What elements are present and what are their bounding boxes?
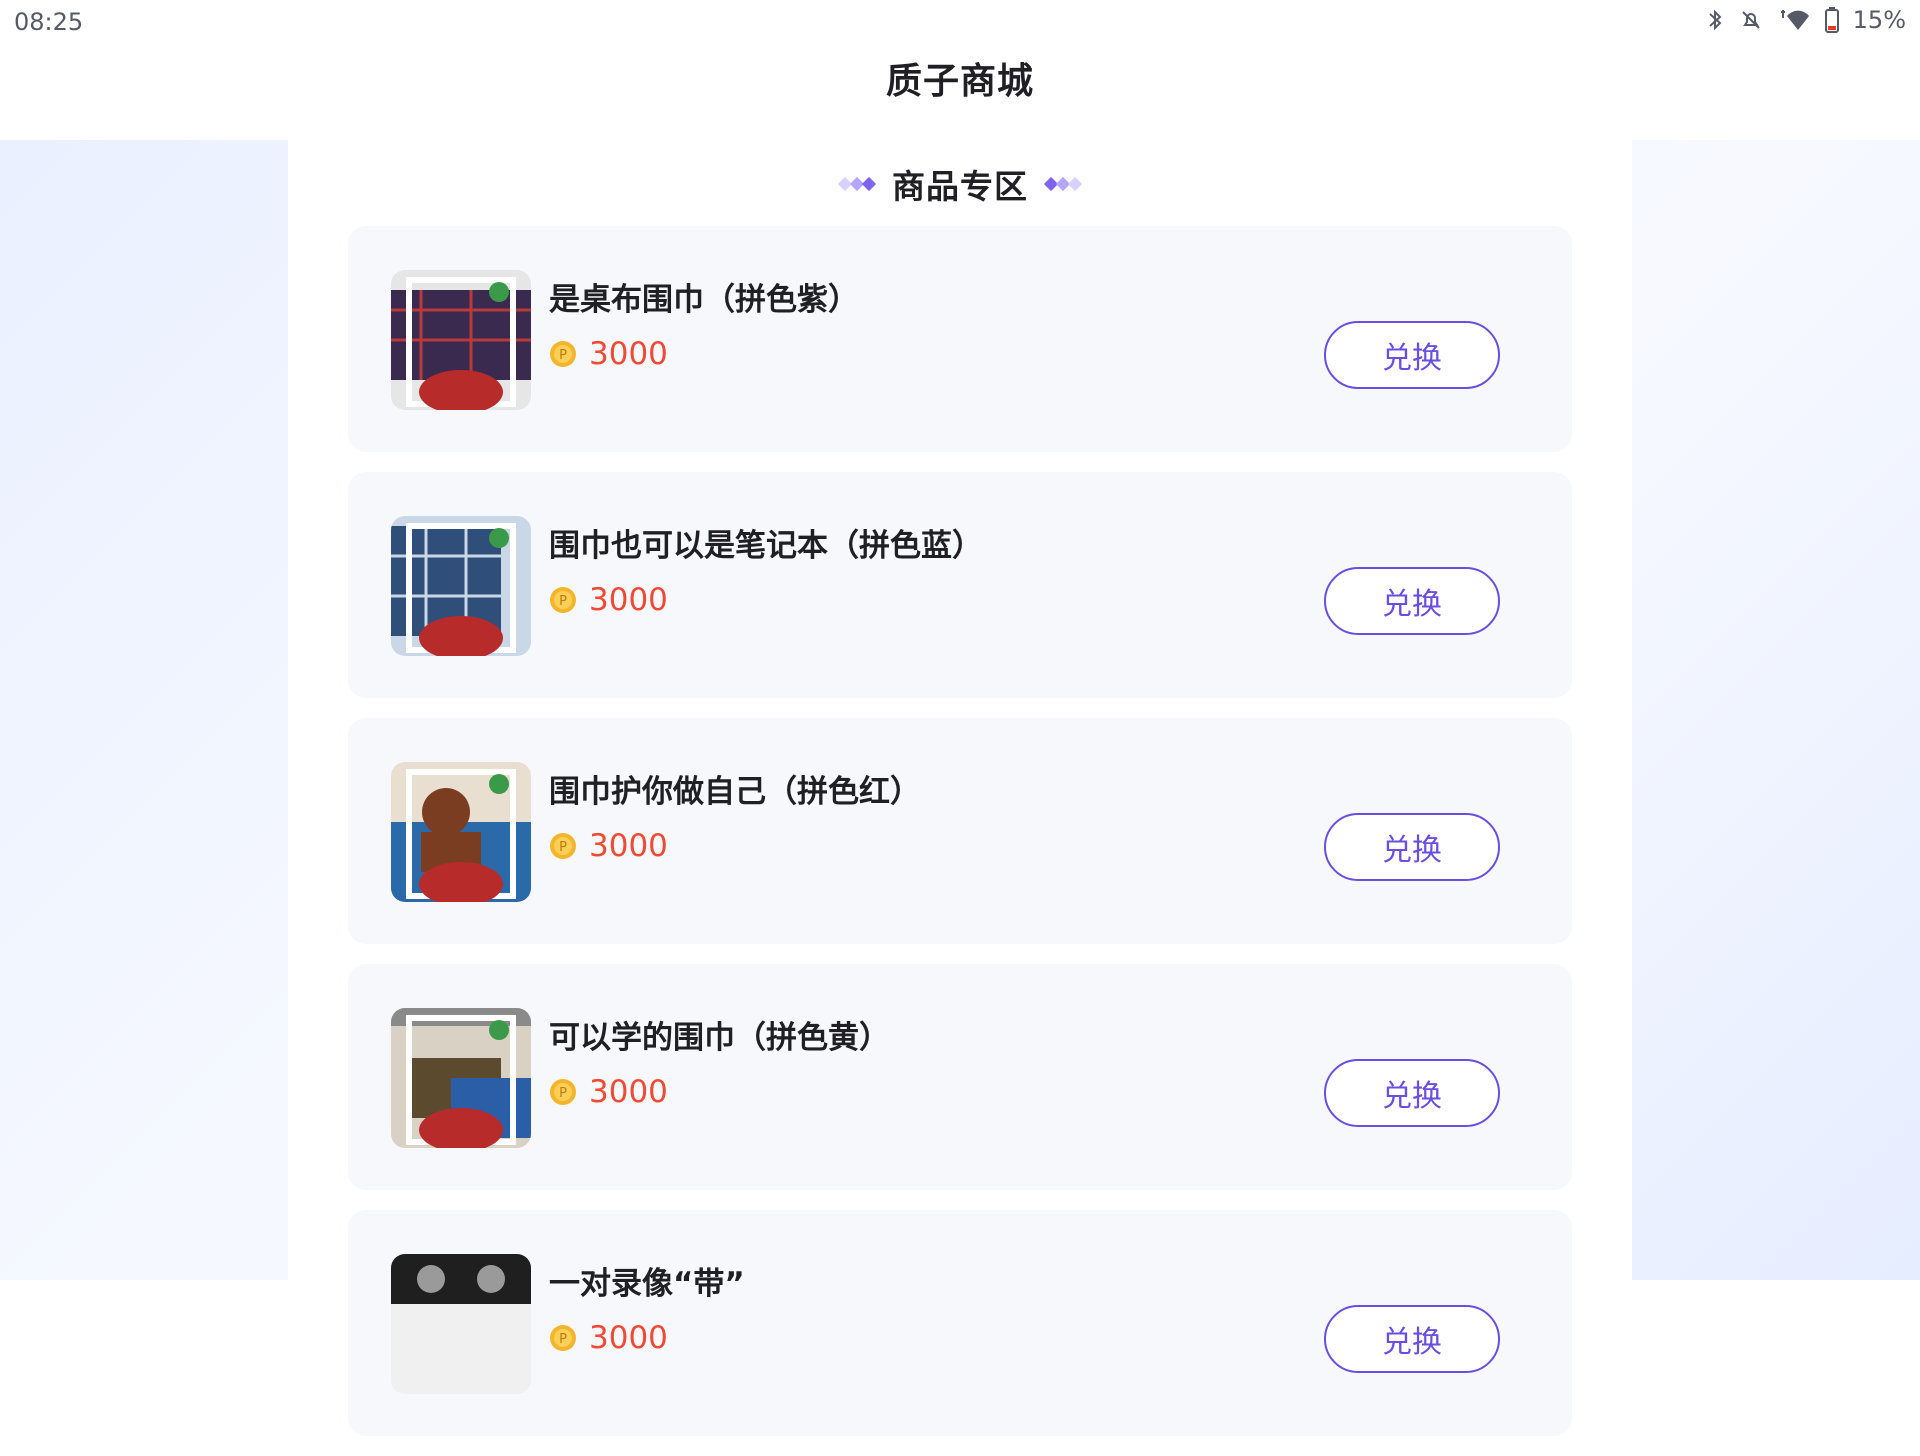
coin-icon: P bbox=[549, 586, 577, 614]
status-icons: 15% bbox=[1705, 6, 1906, 34]
coin-icon: P bbox=[549, 340, 577, 368]
product-thumbnail[interactable] bbox=[391, 1008, 531, 1148]
decor-diamonds-left-icon bbox=[837, 176, 877, 192]
product-name: 可以学的围巾（拼色黄） bbox=[549, 1020, 890, 1056]
svg-text:P: P bbox=[559, 594, 567, 609]
coin-icon: P bbox=[549, 1078, 577, 1106]
status-time: 08:25 bbox=[14, 8, 84, 36]
product-price: 3000 bbox=[589, 336, 668, 372]
product-thumbnail[interactable] bbox=[391, 270, 531, 410]
price-row: P 3000 bbox=[549, 1320, 668, 1356]
coin-icon: P bbox=[549, 1324, 577, 1352]
bluetooth-icon bbox=[1705, 8, 1725, 32]
decor-diamonds-right-icon bbox=[1043, 176, 1083, 192]
svg-text:P: P bbox=[559, 1332, 567, 1347]
exchange-button[interactable]: 兑换 bbox=[1324, 813, 1500, 881]
exchange-button[interactable]: 兑换 bbox=[1324, 321, 1500, 389]
battery-percent: 15% bbox=[1852, 6, 1906, 34]
product-card[interactable]: 一对录像“带” P 3000 兑换 bbox=[348, 1210, 1572, 1436]
product-price: 3000 bbox=[589, 828, 668, 864]
exchange-button[interactable]: 兑换 bbox=[1324, 567, 1500, 635]
status-bar: 08:25 15% bbox=[0, 0, 1920, 44]
exchange-button[interactable]: 兑换 bbox=[1324, 1059, 1500, 1127]
product-thumbnail[interactable] bbox=[391, 516, 531, 656]
product-card[interactable]: 是桌布围巾（拼色紫） P 3000 兑换 bbox=[348, 226, 1572, 452]
product-card[interactable]: 可以学的围巾（拼色黄） P 3000 兑换 bbox=[348, 964, 1572, 1190]
product-thumbnail[interactable] bbox=[391, 762, 531, 902]
coin-icon: P bbox=[549, 832, 577, 860]
product-list: 是桌布围巾（拼色紫） P 3000 兑换 围巾也可以是笔记本（拼色蓝） P 30… bbox=[348, 226, 1572, 1456]
product-name: 一对录像“带” bbox=[549, 1266, 745, 1302]
product-price: 3000 bbox=[589, 1320, 668, 1356]
product-name: 围巾护你做自己（拼色红） bbox=[549, 774, 921, 810]
product-thumbnail[interactable] bbox=[391, 1254, 531, 1394]
page-title: 质子商城 bbox=[885, 61, 1034, 102]
price-row: P 3000 bbox=[549, 828, 668, 864]
svg-text:P: P bbox=[559, 348, 567, 363]
price-row: P 3000 bbox=[549, 582, 668, 618]
product-card[interactable]: 围巾护你做自己（拼色红） P 3000 兑换 bbox=[348, 718, 1572, 944]
product-name: 是桌布围巾（拼色紫） bbox=[549, 282, 859, 318]
section-header: 商品专区 bbox=[288, 160, 1632, 208]
svg-text:P: P bbox=[559, 840, 567, 855]
product-card[interactable]: 围巾也可以是笔记本（拼色蓝） P 3000 兑换 bbox=[348, 472, 1572, 698]
exchange-button[interactable]: 兑换 bbox=[1324, 1305, 1500, 1373]
battery-icon bbox=[1824, 7, 1839, 33]
price-row: P 3000 bbox=[549, 336, 668, 372]
notifications-off-icon bbox=[1739, 8, 1763, 32]
svg-text:P: P bbox=[559, 1086, 567, 1101]
price-row: P 3000 bbox=[549, 1074, 668, 1110]
product-price: 3000 bbox=[589, 582, 668, 618]
product-name: 围巾也可以是笔记本（拼色蓝） bbox=[549, 528, 983, 564]
product-price: 3000 bbox=[589, 1074, 668, 1110]
app-header: 质子商城 bbox=[0, 44, 1920, 140]
section-title: 商品专区 bbox=[892, 167, 1028, 206]
content-panel: 商品专区 是桌布围巾（拼色紫） P 3000 兑换 围巾也可以是笔记本（拼色蓝）… bbox=[288, 140, 1632, 1436]
wifi-icon bbox=[1777, 8, 1811, 32]
